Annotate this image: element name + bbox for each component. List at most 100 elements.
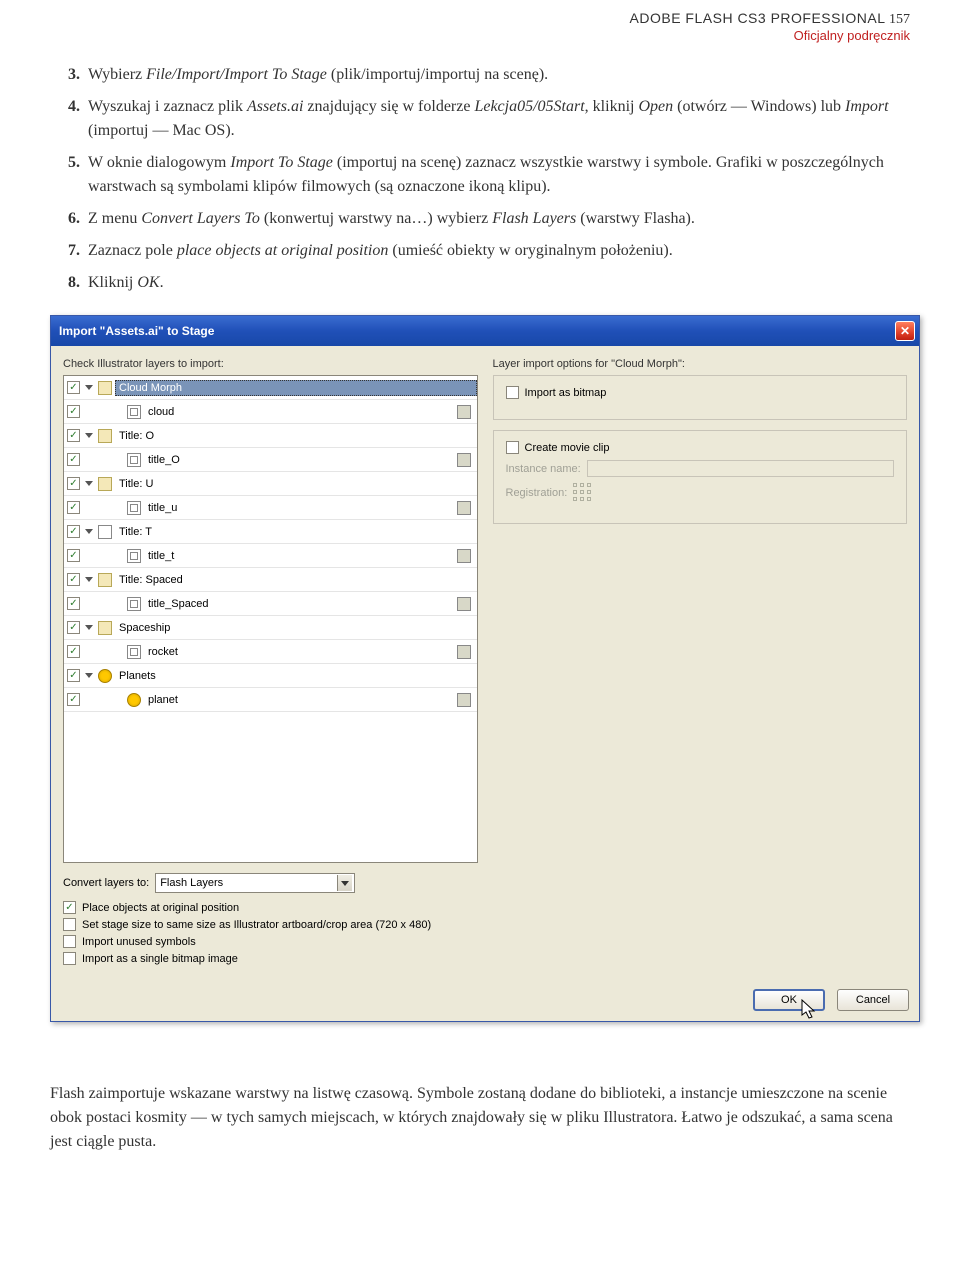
layer-row[interactable]: ✓ title_Spaced bbox=[64, 592, 477, 616]
option-checkbox[interactable]: ✓ bbox=[63, 952, 76, 965]
layer-checkbox[interactable]: ✓ bbox=[67, 453, 80, 466]
circle-y-icon bbox=[127, 693, 141, 707]
layer-label[interactable]: Title: U bbox=[115, 476, 477, 492]
clip-icon bbox=[127, 453, 141, 467]
layer-checkbox[interactable]: ✓ bbox=[67, 477, 80, 490]
convert-options-area: Convert layers to: Flash Layers ✓ Place o… bbox=[63, 873, 907, 965]
book-subtitle: Oficjalny podręcznik bbox=[50, 28, 910, 43]
expand-triangle-icon[interactable] bbox=[85, 481, 93, 486]
layer-row[interactable]: ✓ Planets bbox=[64, 664, 477, 688]
options-label: Layer import options for "Cloud Morph": bbox=[493, 358, 908, 370]
layer-row[interactable]: ✓ Title: O bbox=[64, 424, 477, 448]
layer-label[interactable]: title_O bbox=[144, 452, 454, 468]
layer-label[interactable]: rocket bbox=[144, 644, 454, 660]
cancel-button[interactable]: Cancel bbox=[837, 989, 909, 1011]
convert-layers-value: Flash Layers bbox=[160, 877, 223, 889]
option-checkbox[interactable]: ✓ bbox=[63, 901, 76, 914]
layer-label[interactable]: title_Spaced bbox=[144, 596, 454, 612]
expand-triangle-icon[interactable] bbox=[85, 433, 93, 438]
cancel-button-label: Cancel bbox=[856, 994, 890, 1006]
layer-tree[interactable]: ✓ Cloud Morph ✓ cloud ✓ Title: O ✓ title_O ✓ Titl… bbox=[63, 375, 478, 863]
option-label: Import as a single bitmap image bbox=[82, 953, 238, 965]
layer-checkbox[interactable]: ✓ bbox=[67, 429, 80, 442]
page-header: ADOBE FLASH CS3 PROFESSIONAL 157 Oficjal… bbox=[50, 10, 910, 43]
instruction-step: 5.W oknie dialogowym Import To Stage (im… bbox=[60, 151, 910, 199]
instruction-steps: 3.Wybierz File/Import/Import To Stage (p… bbox=[50, 63, 910, 295]
clip-icon bbox=[127, 549, 141, 563]
folder-icon bbox=[98, 429, 112, 443]
layer-row[interactable]: ✓ rocket bbox=[64, 640, 477, 664]
expand-triangle-icon[interactable] bbox=[85, 577, 93, 582]
circle-y-icon bbox=[98, 669, 112, 683]
layer-checkbox[interactable]: ✓ bbox=[67, 597, 80, 610]
layer-row[interactable]: ✓ Title: Spaced bbox=[64, 568, 477, 592]
layer-label[interactable]: Title: T bbox=[115, 524, 477, 540]
dialog-titlebar[interactable]: Import "Assets.ai" to Stage ✕ bbox=[51, 316, 919, 346]
instance-name-label: Instance name: bbox=[506, 463, 581, 475]
layer-label[interactable]: Spaceship bbox=[115, 620, 477, 636]
clip-icon bbox=[127, 645, 141, 659]
layer-label[interactable]: title_u bbox=[144, 500, 454, 516]
import-option-row: ✓Import unused symbols bbox=[63, 935, 907, 948]
layer-checkbox[interactable]: ✓ bbox=[67, 693, 80, 706]
instruction-step: 8.Kliknij OK. bbox=[60, 271, 910, 295]
layer-label[interactable]: Cloud Morph bbox=[115, 380, 477, 396]
clip-icon bbox=[127, 405, 141, 419]
layers-label: Check Illustrator layers to import: bbox=[63, 358, 478, 370]
layer-label[interactable]: Title: Spaced bbox=[115, 572, 477, 588]
layer-checkbox[interactable]: ✓ bbox=[67, 405, 80, 418]
layer-checkbox[interactable]: ✓ bbox=[67, 525, 80, 538]
layer-label[interactable]: Planets bbox=[115, 668, 477, 684]
layer-row[interactable]: ✓ title_u bbox=[64, 496, 477, 520]
layer-type-icon bbox=[457, 549, 471, 563]
folder-icon bbox=[98, 621, 112, 635]
layer-row[interactable]: ✓ title_O bbox=[64, 448, 477, 472]
layer-row[interactable]: ✓ Cloud Morph bbox=[64, 376, 477, 400]
layer-label[interactable]: cloud bbox=[144, 404, 454, 420]
expand-triangle-icon[interactable] bbox=[85, 625, 93, 630]
layer-type-icon bbox=[457, 501, 471, 515]
clip-icon bbox=[127, 501, 141, 515]
layer-label[interactable]: title_t bbox=[144, 548, 454, 564]
layer-label[interactable]: Title: O bbox=[115, 428, 477, 444]
layer-row[interactable]: ✓ cloud bbox=[64, 400, 477, 424]
layer-list-filler bbox=[64, 712, 477, 862]
convert-layers-label: Convert layers to: bbox=[63, 877, 149, 889]
footer-paragraph: Flash zaimportuje wskazane warstwy na li… bbox=[50, 1082, 910, 1154]
create-clip-checkbox[interactable]: ✓ bbox=[506, 441, 519, 454]
layer-row[interactable]: ✓ planet bbox=[64, 688, 477, 712]
import-bitmap-checkbox[interactable]: ✓ bbox=[506, 386, 519, 399]
option-label: Place objects at original position bbox=[82, 902, 239, 914]
expand-triangle-icon[interactable] bbox=[85, 385, 93, 390]
option-checkbox[interactable]: ✓ bbox=[63, 935, 76, 948]
layer-label[interactable]: planet bbox=[144, 692, 454, 708]
layer-checkbox[interactable]: ✓ bbox=[67, 501, 80, 514]
option-checkbox[interactable]: ✓ bbox=[63, 918, 76, 931]
layer-row[interactable]: ✓ Title: U bbox=[64, 472, 477, 496]
create-clip-label: Create movie clip bbox=[525, 442, 610, 454]
layer-checkbox[interactable]: ✓ bbox=[67, 381, 80, 394]
close-button[interactable]: ✕ bbox=[895, 321, 915, 341]
import-option-row: ✓ Import as a single bitmap image bbox=[63, 952, 907, 965]
layer-checkbox[interactable]: ✓ bbox=[67, 669, 80, 682]
instance-name-input bbox=[587, 460, 894, 477]
page-number: 157 bbox=[889, 12, 910, 27]
movieclip-group: ✓ Create movie clip Instance name: Regis… bbox=[493, 430, 908, 524]
expand-triangle-icon[interactable] bbox=[85, 529, 93, 534]
options-column: Layer import options for "Cloud Morph": … bbox=[493, 358, 908, 863]
folder-icon bbox=[98, 477, 112, 491]
expand-triangle-icon[interactable] bbox=[85, 673, 93, 678]
layer-row[interactable]: ✓ title_t bbox=[64, 544, 477, 568]
layer-type-icon bbox=[457, 645, 471, 659]
layer-row[interactable]: ✓ Spaceship bbox=[64, 616, 477, 640]
layer-row[interactable]: ✓ Title: T bbox=[64, 520, 477, 544]
option-label: Set stage size to same size as Illustrat… bbox=[82, 919, 431, 931]
layer-checkbox[interactable]: ✓ bbox=[67, 645, 80, 658]
layer-checkbox[interactable]: ✓ bbox=[67, 573, 80, 586]
layer-checkbox[interactable]: ✓ bbox=[67, 549, 80, 562]
layer-checkbox[interactable]: ✓ bbox=[67, 621, 80, 634]
convert-layers-select[interactable]: Flash Layers bbox=[155, 873, 355, 893]
layer-type-icon bbox=[457, 453, 471, 467]
bitmap-group: ✓ Import as bitmap bbox=[493, 375, 908, 420]
book-title: ADOBE FLASH CS3 PROFESSIONAL bbox=[630, 10, 886, 26]
